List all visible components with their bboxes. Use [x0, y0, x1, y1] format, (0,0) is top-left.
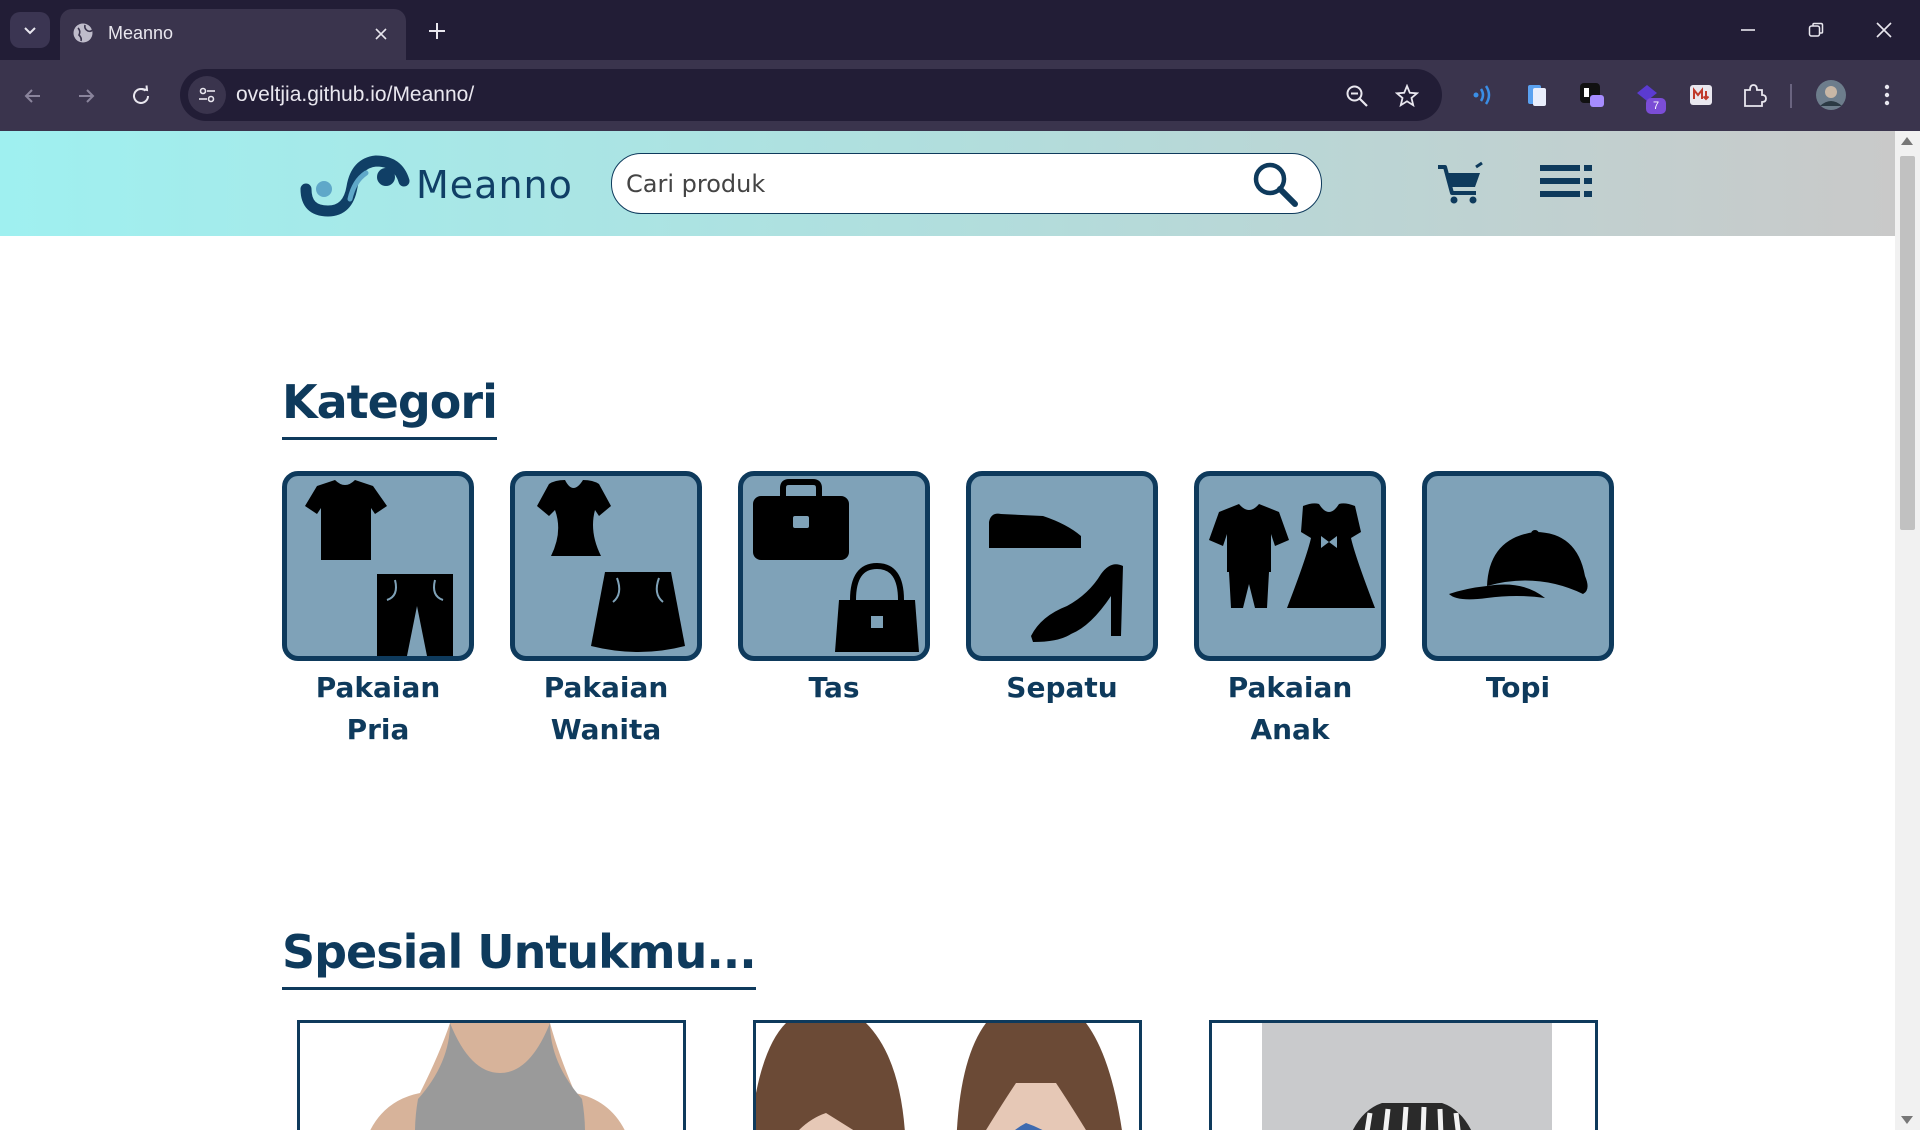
minimize-icon [1741, 29, 1755, 31]
extension-docs[interactable] [1520, 78, 1554, 112]
shoes-icon [989, 513, 1123, 642]
toolbar-separator [1790, 84, 1792, 108]
site-logo[interactable]: Meanno [300, 151, 572, 217]
category-bags[interactable]: Tas [738, 471, 930, 709]
cap-icon [1449, 530, 1588, 600]
category-label: Pakaian Pria [315, 671, 441, 746]
close-window-button[interactable] [1856, 10, 1912, 50]
category-tile[interactable] [1422, 471, 1614, 661]
bookmark-button[interactable] [1392, 81, 1422, 111]
browser-menu-button[interactable] [1870, 78, 1904, 112]
category-men-clothing[interactable]: Pakaian Pria [282, 471, 474, 751]
star-icon [1395, 84, 1419, 108]
scroll-up-arrow[interactable] [1901, 137, 1913, 145]
forward-button[interactable] [67, 77, 105, 115]
url-path: /Meanno/ [386, 83, 475, 106]
restore-icon [1808, 22, 1824, 37]
close-icon [375, 28, 387, 40]
category-label: Pakaian Anak [1227, 671, 1353, 746]
square-icon [1580, 83, 1604, 107]
plus-icon [429, 23, 445, 39]
category-tile[interactable] [1194, 471, 1386, 661]
product-search [611, 153, 1322, 214]
browser-toolbar: oveltjia.github.io/Meanno/ 7 [0, 60, 1920, 131]
category-women-clothing[interactable]: Pakaian Wanita [510, 471, 702, 751]
product-card[interactable] [297, 1020, 686, 1130]
more-vertical-icon [1884, 84, 1890, 106]
extension-badge-count: 7 [1646, 98, 1666, 114]
categories-title: Kategori [282, 375, 498, 440]
close-icon [1876, 22, 1892, 38]
meanno-logo-icon [300, 155, 410, 217]
arrow-right-icon [79, 89, 95, 103]
search-icon[interactable] [1251, 160, 1299, 208]
back-button[interactable] [14, 77, 52, 115]
tab-search-button[interactable] [10, 12, 50, 48]
page-scrollbar[interactable] [1895, 131, 1920, 1130]
document-icon [1528, 85, 1546, 106]
product-image [1212, 1023, 1595, 1130]
reload-icon [133, 85, 149, 104]
site-header: Meanno [0, 131, 1895, 236]
category-label: Pakaian Wanita [543, 671, 669, 746]
category-shoes[interactable]: Sepatu [966, 471, 1158, 709]
product-card[interactable] [753, 1020, 1142, 1130]
tune-icon [199, 87, 215, 103]
scrollbar-thumb[interactable] [1900, 156, 1915, 530]
extension-markdown[interactable] [1684, 78, 1718, 112]
zoom-button[interactable] [1342, 81, 1372, 111]
category-kids-clothing[interactable]: Pakaian Anak [1194, 471, 1386, 751]
cart-icon[interactable] [1436, 159, 1484, 207]
tab-close-button[interactable] [370, 23, 392, 45]
category-label: Sepatu [1006, 671, 1118, 704]
category-label: Topi [1485, 671, 1551, 704]
avatar-icon [1816, 80, 1846, 110]
bags-icon [753, 479, 919, 652]
new-tab-button[interactable] [420, 14, 454, 48]
category-tile[interactable] [966, 471, 1158, 661]
globe-icon [73, 23, 93, 43]
browser-tab-active[interactable]: Meanno [60, 9, 406, 60]
category-hats[interactable]: Topi [1422, 471, 1614, 709]
women-clothing-icon [537, 480, 685, 652]
product-card[interactable] [1209, 1020, 1598, 1130]
extension-dark[interactable] [1575, 78, 1609, 112]
scroll-down-arrow[interactable] [1901, 1116, 1913, 1124]
page-viewport: Meanno Kategori Pakaian Pria [0, 131, 1895, 1130]
restore-button[interactable] [1788, 10, 1844, 50]
extension-read-aloud[interactable] [1466, 78, 1500, 112]
tab-title: Meanno [108, 23, 174, 43]
arrow-left-icon [24, 89, 40, 103]
special-title: Spesial Untukmu... [282, 925, 757, 990]
sound-waves-icon [1473, 85, 1491, 105]
product-image [756, 1023, 1139, 1130]
category-label: Tas [808, 671, 860, 704]
menu-icon[interactable] [1540, 159, 1592, 207]
profile-avatar[interactable] [1814, 78, 1848, 112]
browser-tab-bar: Meanno [0, 0, 1920, 60]
category-tile[interactable] [282, 471, 474, 661]
extension-with-badge[interactable]: 7 [1630, 78, 1666, 114]
kids-clothing-icon [1209, 503, 1375, 608]
puzzle-icon [1744, 84, 1767, 107]
category-tile[interactable] [510, 471, 702, 661]
url-host: oveltjia.github.io [236, 83, 387, 106]
site-info-button[interactable] [188, 76, 226, 114]
address-bar[interactable]: oveltjia.github.io/Meanno/ [180, 69, 1442, 121]
category-tile[interactable] [738, 471, 930, 661]
men-clothing-icon [305, 480, 453, 656]
zoom-out-icon [1346, 85, 1368, 107]
search-input[interactable] [626, 166, 1226, 202]
extensions-menu-button[interactable] [1737, 78, 1771, 112]
product-image [300, 1023, 683, 1130]
url-text[interactable]: oveltjia.github.io/Meanno/ [236, 83, 474, 107]
chevron-down-icon [24, 27, 36, 35]
logo-text: Meanno [416, 163, 573, 207]
reload-button[interactable] [122, 77, 160, 115]
markdown-icon [1690, 85, 1712, 105]
minimize-button[interactable] [1720, 10, 1776, 50]
